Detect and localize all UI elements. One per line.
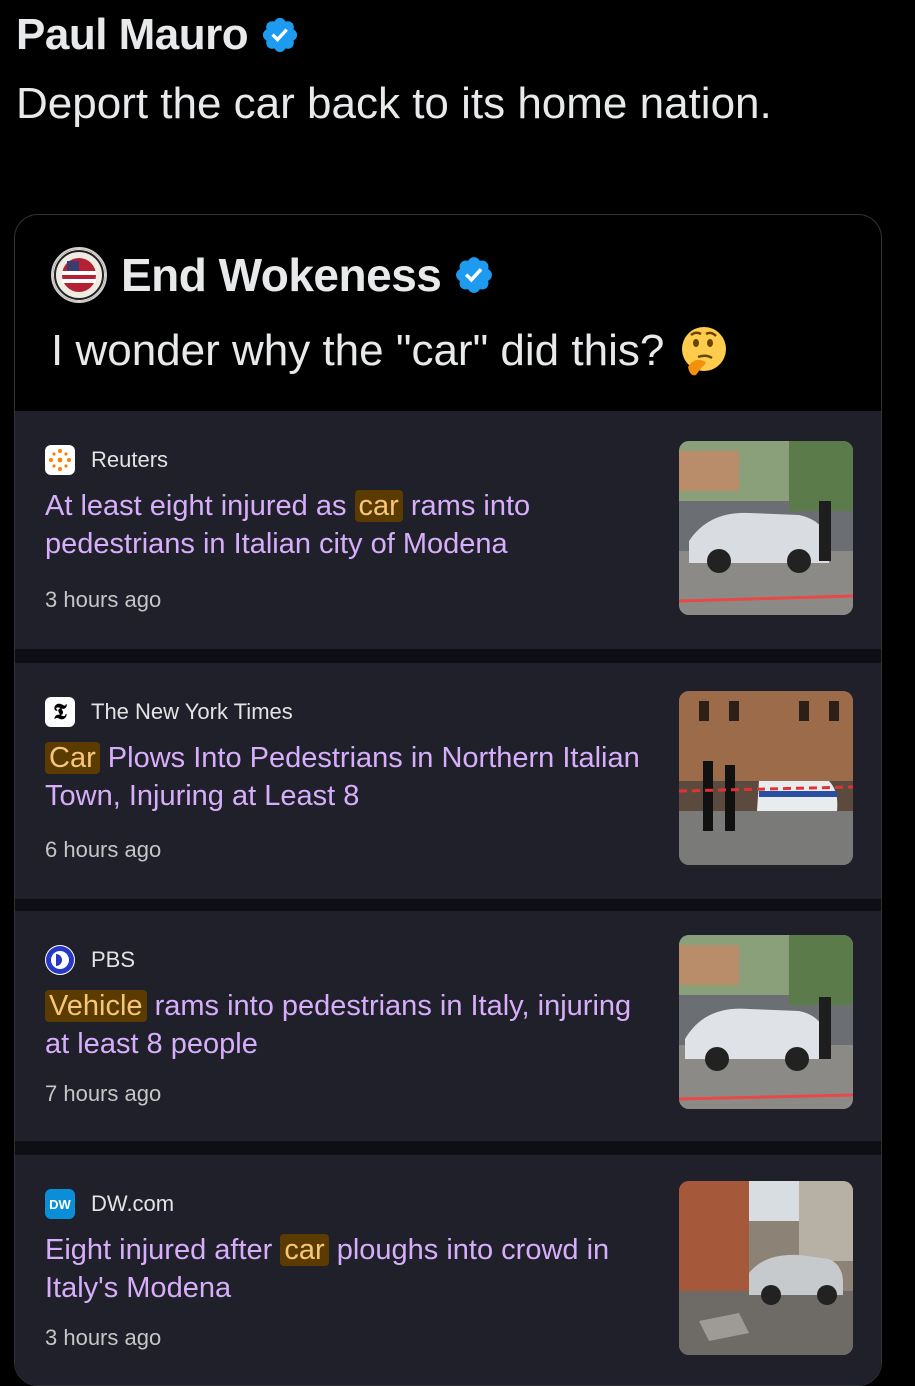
news-headline[interactable]: At least eight injured as car rams into … (45, 487, 645, 563)
headline-text: Plows Into Pedestrians in Northern Itali… (45, 742, 640, 812)
headline-highlight: Car (45, 742, 100, 774)
news-timestamp: 7 hours ago (45, 1081, 162, 1106)
news-headline[interactable]: Eight injured after car ploughs into cro… (45, 1231, 645, 1307)
news-source-row: 𝕿 The New York Times (45, 697, 293, 727)
news-source-row: DW DW.com (45, 1189, 174, 1219)
pbs-logo-icon (45, 945, 75, 975)
quoted-author-name[interactable]: End Wokeness (121, 248, 442, 302)
news-source-name: The New York Times (91, 699, 293, 724)
news-item[interactable]: DW DW.com Eight injured after car plough… (15, 1155, 881, 1385)
headline-highlight: car (280, 1234, 329, 1266)
news-thumbnail[interactable] (679, 935, 853, 1109)
quoted-post-text: I wonder why the "car" did this? (51, 323, 732, 379)
post-author-name[interactable]: Paul Mauro (16, 10, 249, 60)
nyt-logo-icon: 𝕿 (45, 697, 75, 727)
news-item[interactable]: 𝕿 The New York Times Car Plows Into Pede… (15, 663, 881, 899)
avatar[interactable] (51, 247, 107, 303)
news-timestamp: 6 hours ago (45, 837, 162, 862)
news-source-row: PBS (45, 945, 135, 975)
news-timestamp: 3 hours ago (45, 1325, 162, 1350)
news-timestamp: 3 hours ago (45, 587, 162, 612)
news-screenshot: Reuters At least eight injured as car ra… (15, 411, 881, 1385)
news-source-row: Reuters (45, 445, 168, 475)
news-thumbnail[interactable] (679, 441, 853, 615)
news-headline[interactable]: Vehicle rams into pedestrians in Italy, … (45, 987, 645, 1063)
thinking-face-emoji-icon (682, 327, 727, 376)
quoted-text: I wonder why the "car" did this? (51, 326, 665, 375)
news-source-name: DW.com (91, 1191, 175, 1216)
news-source-name: Reuters (91, 447, 169, 472)
post-author-row: Paul Mauro (16, 10, 300, 60)
news-item[interactable]: PBS Vehicle rams into pedestrians in Ita… (15, 911, 881, 1141)
headline-text: Eight injured after (45, 1234, 281, 1266)
reuters-logo-icon (45, 445, 75, 475)
news-thumbnail[interactable] (679, 691, 853, 865)
headline-text: At least eight injured as (45, 490, 355, 522)
news-source-name: PBS (91, 947, 136, 972)
verified-badge-icon (263, 17, 298, 53)
headline-highlight: car (354, 490, 403, 522)
quoted-post-header: End Wokeness (51, 247, 495, 303)
post-text: Deport the car back to its home nation. (16, 79, 772, 128)
verified-badge-icon (456, 257, 493, 293)
headline-highlight: Vehicle (45, 990, 147, 1022)
dw-logo-icon: DW (45, 1189, 75, 1219)
quoted-post[interactable]: End Wokeness I wonder why the "car" did … (14, 214, 882, 1386)
news-thumbnail[interactable] (679, 1181, 853, 1355)
news-item[interactable]: Reuters At least eight injured as car ra… (15, 411, 881, 649)
news-headline[interactable]: Car Plows Into Pedestrians in Northern I… (45, 739, 645, 815)
